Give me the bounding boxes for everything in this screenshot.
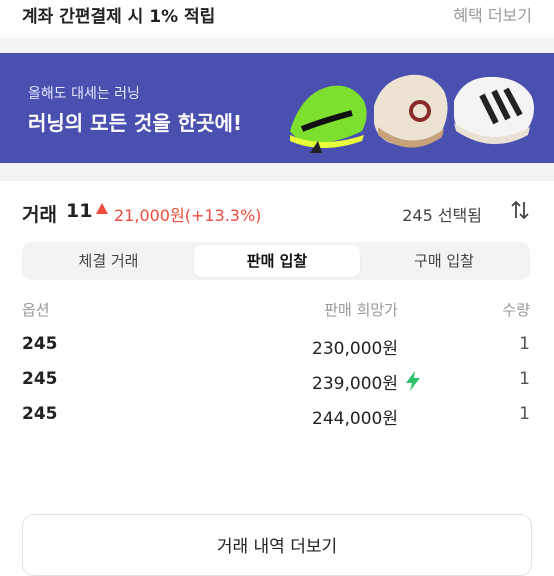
more-button-label: 거래 내역 더보기 bbox=[216, 537, 338, 557]
running-banner[interactable]: 올해도 대세는 러닝 러닝의 모든 것을 한곳에! bbox=[0, 53, 554, 163]
trade-count: 11 bbox=[66, 200, 93, 222]
section-divider bbox=[0, 38, 554, 53]
promo-text: 계좌 간편결제 시 1% 적립 bbox=[22, 7, 216, 27]
price-change: 21,000원(+13.3%) bbox=[114, 206, 262, 225]
tab-sell-bids[interactable]: 판매 입찰 bbox=[194, 245, 360, 277]
trade-label: 거래 bbox=[22, 204, 57, 226]
banner-subtitle: 올해도 대세는 러닝 bbox=[28, 86, 140, 102]
column-header-option: 옵션 bbox=[22, 301, 50, 319]
selected-size[interactable]: 245 선택됨 bbox=[402, 202, 482, 226]
tab-completed-trades[interactable]: 체결 거래 bbox=[26, 245, 191, 277]
row-qty: 1 bbox=[519, 334, 530, 354]
column-header-price: 판매 희망가 bbox=[324, 301, 398, 319]
row-size: 245 bbox=[22, 369, 58, 389]
tab-buy-bids[interactable]: 구매 입찰 bbox=[362, 245, 526, 277]
shoes-image bbox=[290, 74, 534, 153]
trade-tabs: 체결 거래 판매 입찰 구매 입찰 bbox=[22, 242, 530, 280]
trade-history-more-button[interactable]: 거래 내역 더보기 bbox=[22, 514, 532, 576]
top-promo-bar: 계좌 간편결제 시 1% 적립 혜택 더보기 bbox=[0, 0, 554, 38]
column-header-qty: 수량 bbox=[502, 301, 530, 319]
row-qty: 1 bbox=[519, 369, 530, 389]
section-divider bbox=[0, 163, 554, 181]
row-price: 239,000원 bbox=[312, 374, 398, 394]
row-size: 245 bbox=[22, 404, 58, 424]
row-size: 245 bbox=[22, 334, 58, 354]
sort-arrows-icon[interactable] bbox=[509, 199, 531, 221]
up-triangle-icon bbox=[96, 203, 108, 214]
banner-title: 러닝의 모든 것을 한곳에! bbox=[28, 111, 243, 135]
row-price: 230,000원 bbox=[312, 339, 398, 359]
row-price: 244,000원 bbox=[312, 409, 398, 429]
benefit-more-link[interactable]: 혜택 더보기 bbox=[453, 2, 532, 26]
row-qty: 1 bbox=[519, 404, 530, 424]
lightning-icon bbox=[406, 371, 420, 391]
